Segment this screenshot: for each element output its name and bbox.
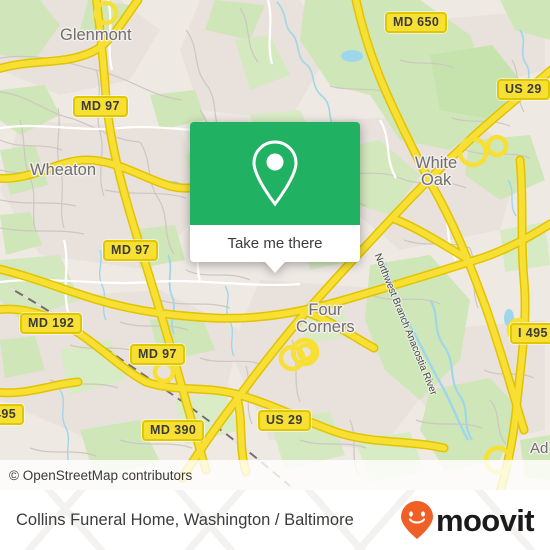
shield-md-97-low[interactable]: MD 97	[130, 344, 185, 365]
popup-image-area	[190, 122, 360, 225]
take-me-there-button[interactable]: Take me there	[190, 225, 360, 273]
page-title: Collins Funeral Home, Washington / Balti…	[16, 510, 354, 529]
shield-md-650[interactable]: MD 650	[385, 12, 448, 33]
shield-i-495-right[interactable]: I 495	[510, 323, 550, 344]
location-pin-icon	[252, 139, 298, 206]
shield-us-29-bottom[interactable]: US 29	[258, 410, 311, 431]
moovit-logo[interactable]: moovit	[400, 500, 535, 540]
shield-us-29-top[interactable]: US 29	[497, 79, 550, 100]
map-canvas[interactable]: Glenmont Wheaton White Oak Four Corners …	[0, 0, 550, 490]
shield-md-390[interactable]: MD 390	[142, 420, 205, 441]
location-popup-card[interactable]: Take me there	[190, 122, 360, 273]
map-screenshot: Glenmont Wheaton White Oak Four Corners …	[0, 0, 550, 550]
moovit-wordmark: moovit	[435, 502, 535, 538]
map-attribution: © OpenStreetMap contributors	[0, 460, 550, 490]
attribution-text: © OpenStreetMap contributors	[9, 467, 193, 483]
take-me-there-label: Take me there	[227, 235, 323, 252]
popup-pointer-tail	[265, 262, 285, 273]
shield-md-192[interactable]: MD 192	[20, 313, 83, 334]
footer-bar: Collins Funeral Home, Washington / Balti…	[0, 490, 550, 550]
shield-i-495-left[interactable]: 495	[0, 404, 25, 425]
shield-md-97-top[interactable]: MD 97	[73, 96, 128, 117]
moovit-smiling-pin-icon	[400, 501, 433, 539]
shield-md-97-mid[interactable]: MD 97	[103, 240, 158, 261]
